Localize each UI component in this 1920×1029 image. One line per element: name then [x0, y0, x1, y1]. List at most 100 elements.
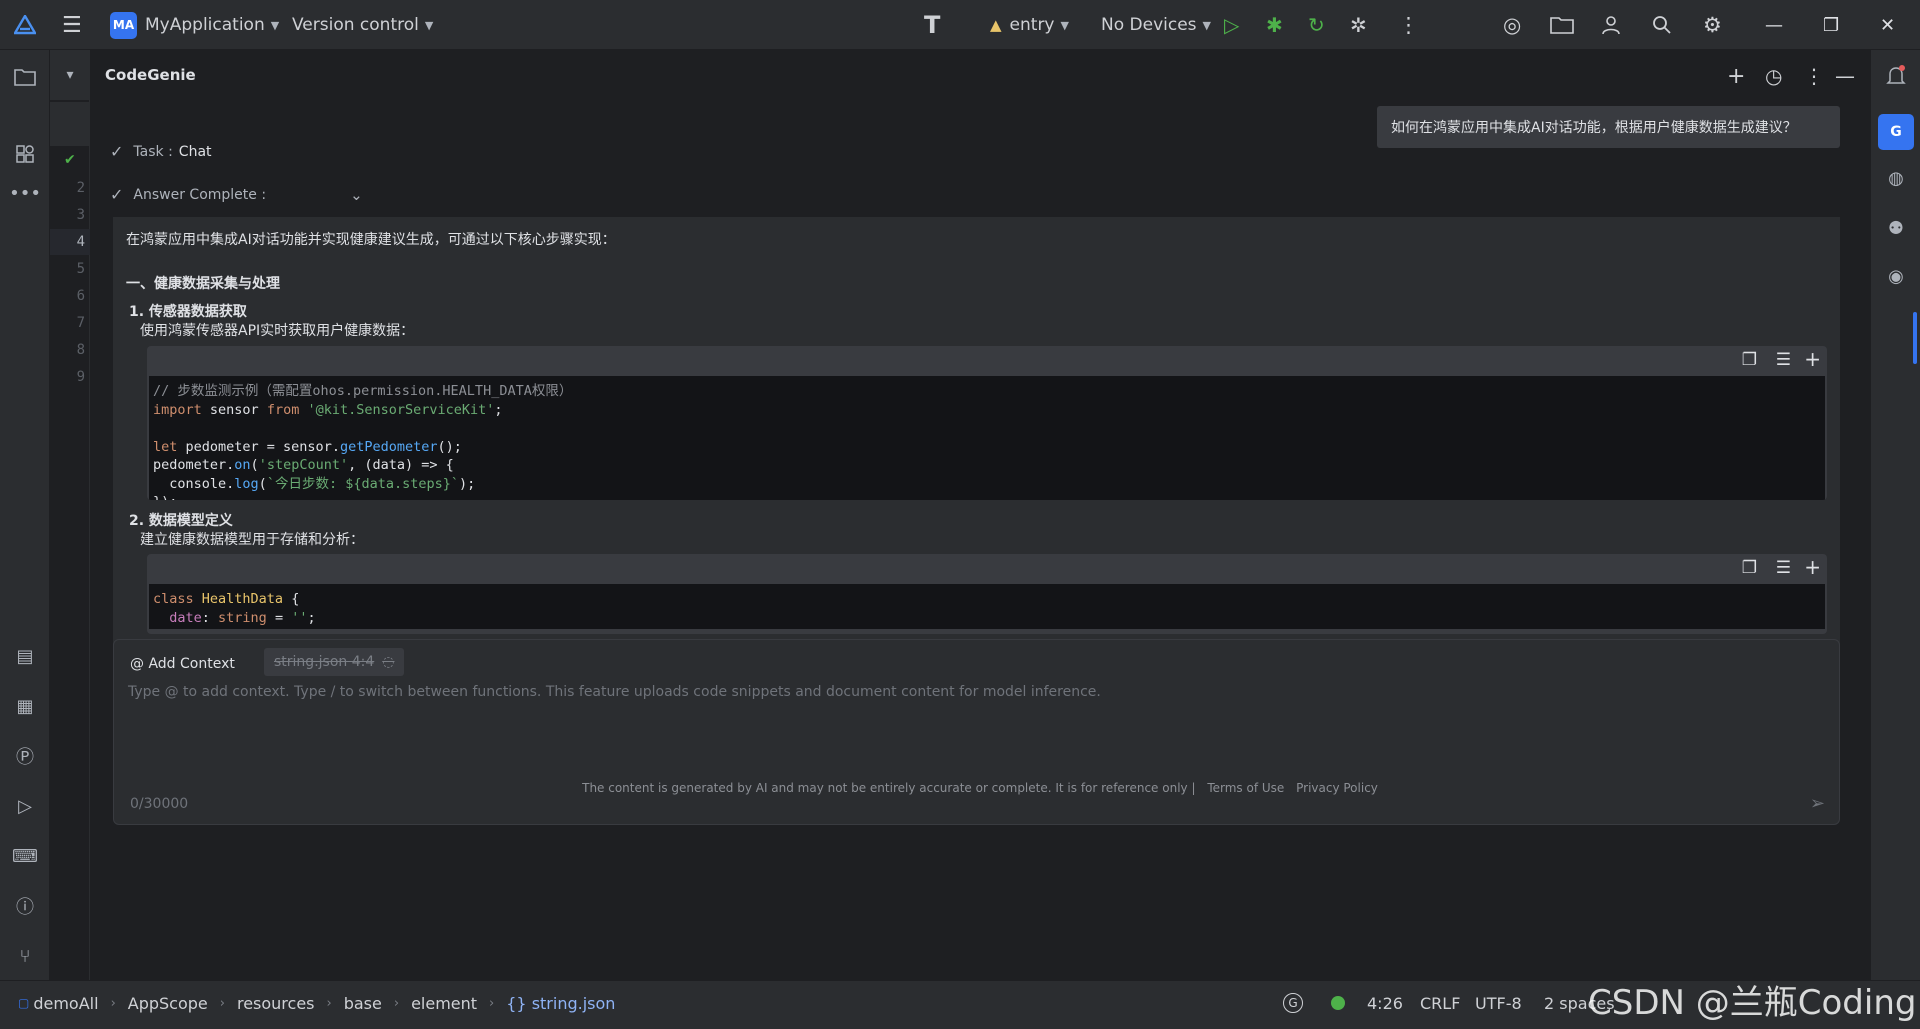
module-selector[interactable]: ▲ entry ▼: [990, 0, 1069, 50]
code-block: ❐ ☰ + class HealthData { date: string = …: [147, 554, 1827, 634]
codegenie-icon[interactable]: G: [1878, 114, 1914, 150]
step-title: 1. 传感器数据获取: [129, 304, 247, 320]
chat-input[interactable]: Type @ to add context. Type / to switch …: [128, 684, 1101, 700]
chevron-down-icon: ▼: [270, 18, 280, 32]
format-list-icon[interactable]: ☰: [1776, 350, 1791, 370]
caret-position[interactable]: 4:26: [1367, 981, 1403, 1025]
scroll-indicator[interactable]: [1913, 312, 1917, 364]
disclaimer-text: The content is generated by AI and may n…: [582, 781, 1196, 795]
collapse-chevron-icon[interactable]: ▾: [50, 50, 90, 100]
device-selector[interactable]: No Devices ▼: [1101, 0, 1211, 50]
chevron-right-icon: ›: [326, 995, 332, 1011]
format-list-icon[interactable]: ☰: [1776, 558, 1791, 578]
version-control-menu[interactable]: Version control ▼: [292, 0, 433, 50]
codegenie-status-icon[interactable]: G: [1283, 981, 1303, 1025]
git-branch-icon[interactable]: ⑂: [12, 943, 38, 969]
panel-title: CodeGenie: [105, 66, 196, 84]
left-tool-strip: ••• ▤ ▦ Ⓟ ▷ ⌨ ⓘ ⑂: [0, 50, 50, 980]
more-vertical-icon[interactable]: ⋮: [1804, 64, 1824, 88]
step-description: 使用鸿蒙传感器API实时获取用户健康数据：: [140, 323, 415, 339]
line-number: 9: [76, 369, 85, 385]
problems-icon[interactable]: ⓘ: [12, 893, 38, 919]
target-icon[interactable]: ◎: [1503, 0, 1521, 50]
add-context-button[interactable]: @ Add Context: [122, 650, 243, 677]
answer-status-label: Answer Complete :: [133, 186, 267, 203]
chevron-right-icon: ›: [219, 995, 225, 1011]
project-folder-icon[interactable]: [12, 64, 38, 90]
insert-plus-icon[interactable]: +: [1804, 347, 1821, 371]
minimize-icon[interactable]: —: [1765, 0, 1783, 50]
run-icon[interactable]: ▷: [1224, 0, 1239, 50]
terminal-icon[interactable]: ⌨: [12, 843, 38, 869]
profiler-icon[interactable]: Ⓟ: [12, 743, 38, 769]
context-file-chip[interactable]: string.json 4:4 ◌: [264, 648, 405, 676]
restore-icon[interactable]: ❐: [1823, 0, 1839, 50]
status-indicator[interactable]: [1331, 981, 1345, 1025]
gutter-stripe: [50, 102, 90, 146]
send-icon[interactable]: ➢: [1810, 793, 1825, 814]
breadcrumb-item[interactable]: element: [411, 994, 477, 1013]
breadcrumb-item[interactable]: demoAll: [33, 994, 98, 1013]
copy-icon[interactable]: ❐: [1742, 558, 1757, 578]
chevron-down-icon: ▼: [1060, 18, 1069, 32]
code-block: ❐ ☰ + // 步数监测示例（需配置ohos.permission.HEALT…: [147, 346, 1827, 500]
chevron-right-icon: ›: [393, 995, 400, 1011]
line-number: 5: [76, 261, 85, 277]
insert-plus-icon[interactable]: +: [1804, 555, 1821, 579]
file-encoding[interactable]: UTF-8: [1475, 981, 1522, 1025]
table-icon[interactable]: ▦: [12, 693, 38, 719]
copy-icon[interactable]: ❐: [1742, 350, 1757, 370]
code-content: class HealthData { date: string = '';: [149, 584, 1825, 629]
breadcrumb-item[interactable]: AppScope: [128, 994, 208, 1013]
breadcrumb-item[interactable]: base: [344, 994, 382, 1013]
eye-off-icon[interactable]: ◌: [382, 654, 394, 670]
context-file-label: string.json 4:4: [274, 654, 375, 670]
new-chat-plus-icon[interactable]: +: [1727, 64, 1745, 89]
run-panel-icon[interactable]: ▷: [12, 793, 38, 819]
rerun-icon[interactable]: ↻: [1308, 0, 1325, 50]
more-horizontal-icon[interactable]: •••: [9, 180, 41, 206]
hide-panel-icon[interactable]: —: [1835, 64, 1855, 88]
module-square-icon: ▢: [18, 996, 30, 1010]
structure-icon[interactable]: [12, 141, 38, 167]
app-logo-icon[interactable]: [14, 0, 36, 50]
search-icon[interactable]: [1652, 0, 1672, 50]
debug-bug-icon[interactable]: ✱: [1266, 0, 1283, 50]
status-dot: [1331, 996, 1345, 1010]
close-icon[interactable]: ✕: [1880, 0, 1895, 50]
device-name: No Devices: [1101, 15, 1197, 35]
breadcrumb-item[interactable]: resources: [237, 994, 315, 1013]
check-icon: ✓: [110, 185, 124, 204]
globe-icon[interactable]: ◍: [1882, 164, 1910, 192]
expand-chevron-icon[interactable]: ⌄: [350, 186, 363, 204]
task-status: ✓ Task : Chat: [110, 142, 212, 161]
terms-of-use-link[interactable]: Terms of Use: [1207, 781, 1284, 795]
account-icon[interactable]: [1601, 0, 1621, 50]
check-icon: ✓: [110, 142, 124, 161]
main-menu-icon[interactable]: ☰: [62, 0, 82, 50]
code-block-toolbar: ❐ ☰ +: [147, 554, 1827, 584]
notifications-bell-icon[interactable]: [1882, 62, 1910, 90]
checkmark-icon: ✔: [64, 152, 76, 168]
editor-gutter: ▾ ✔ 2 3 4 5 6 7 8 9: [50, 50, 90, 980]
privacy-policy-link[interactable]: Privacy Policy: [1296, 781, 1378, 795]
step-description: 建立健康数据模型用于存储和分析：: [140, 532, 364, 548]
todo-icon[interactable]: ▤: [12, 643, 38, 669]
user-question-bubble: 如何在鸿蒙应用中集成AI对话功能，根据用户健康数据生成建议？: [1377, 106, 1840, 148]
line-separator[interactable]: CRLF: [1420, 981, 1460, 1025]
more-vertical-icon[interactable]: ⋮: [1398, 0, 1419, 50]
codegenie-panel: CodeGenie + ◷ ⋮ — 如何在鸿蒙应用中集成AI对话功能，根据用户健…: [90, 50, 1870, 980]
code-block-toolbar: ❐ ☰ +: [147, 346, 1827, 376]
module-name: entry: [1009, 15, 1055, 35]
build-hammer-icon[interactable]: T: [924, 0, 940, 50]
folder-icon[interactable]: [1550, 0, 1574, 50]
project-selector[interactable]: MA MyApplication ▼: [110, 0, 279, 50]
attach-debugger-icon[interactable]: ✲: [1350, 0, 1367, 50]
line-number: 8: [76, 342, 85, 358]
preview-eye-icon[interactable]: ◉: [1882, 262, 1910, 290]
breadcrumb-item[interactable]: {} string.json: [506, 994, 615, 1013]
settings-gear-icon[interactable]: ⚙: [1703, 0, 1722, 50]
history-clock-icon[interactable]: ◷: [1765, 64, 1782, 88]
robot-icon[interactable]: ⚉: [1882, 214, 1910, 242]
answer-body: 在鸿蒙应用中集成AI对话功能并实现健康建议生成，可通过以下核心步骤实现： 一、健…: [113, 217, 1840, 660]
